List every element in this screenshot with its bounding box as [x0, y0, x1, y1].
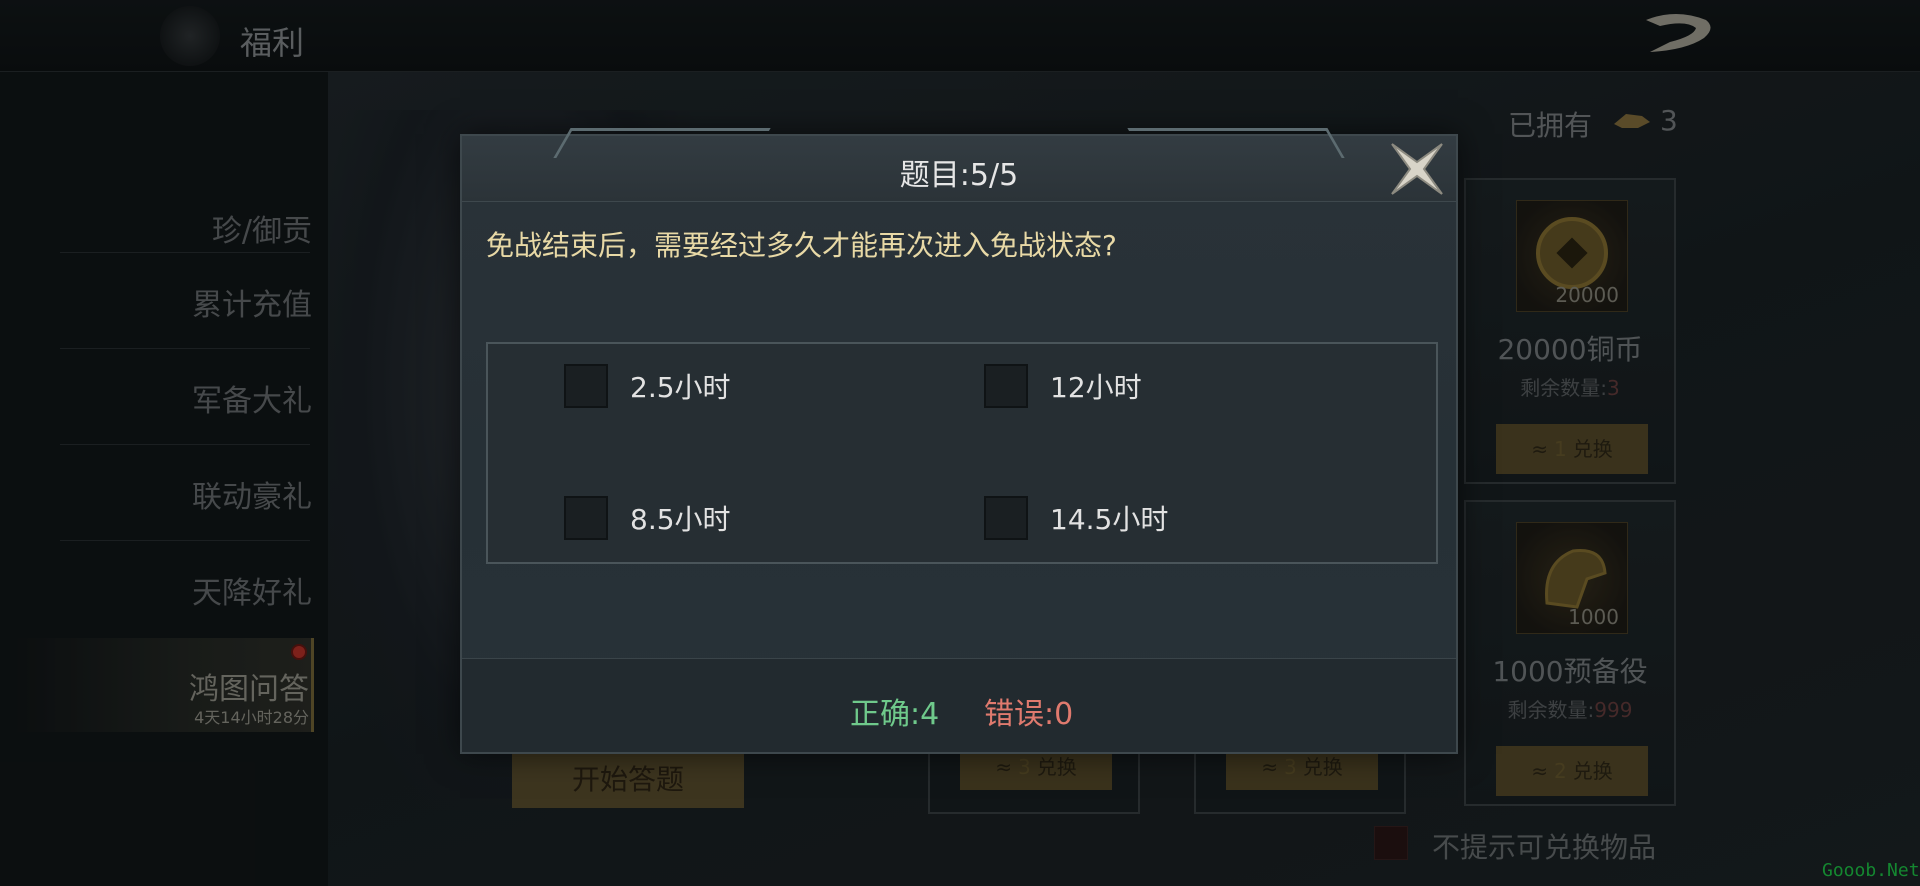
remaining-label: 剩余数量: — [1520, 376, 1607, 400]
start-quiz-button[interactable]: 开始答题 — [512, 752, 744, 808]
cost-value: 2 — [1554, 759, 1567, 783]
sidebar-item-collab[interactable]: 联动豪礼 — [14, 446, 314, 540]
exchange-button[interactable]: ≈1 兑换 — [1496, 424, 1648, 474]
answer-checkbox[interactable] — [984, 364, 1028, 408]
close-icon[interactable] — [1386, 138, 1448, 200]
remaining-count: 剩余数量:999 — [1466, 694, 1674, 723]
item-name: 20000铜币 — [1497, 333, 1643, 366]
answer-checkbox[interactable] — [564, 364, 608, 408]
item-quantity: 20000 — [1555, 283, 1619, 307]
reward-card: ≈3 兑换 — [1194, 744, 1406, 814]
no-remind-label: 不提示可兑换物品 — [1432, 831, 1657, 864]
divider — [60, 444, 310, 445]
item-name: 1000预备役 — [1492, 655, 1648, 688]
wrong-count: 错误:0 — [984, 697, 1074, 732]
sidebar-item-quiz[interactable]: 鸿图问答 4天14小时28分 — [14, 638, 314, 732]
remaining-value: 3 — [1607, 376, 1620, 400]
correct-count: 正确:4 — [850, 697, 940, 732]
sidebar-item-label: 天降好礼 — [192, 576, 312, 611]
exchange-label: 兑换 — [1302, 755, 1343, 779]
answer-label: 14.5小时 — [1050, 503, 1169, 536]
sidebar-item-label: 珍/御贡 — [211, 214, 312, 249]
cost-value: 3 — [1018, 755, 1031, 779]
helmet-icon: 1000 — [1516, 522, 1628, 634]
remaining-count: 剩余数量:3 — [1466, 372, 1674, 401]
sidebar-item-label: 联动豪礼 — [192, 480, 312, 515]
token-icon: ≈ — [995, 755, 1013, 779]
divider — [60, 252, 310, 253]
welfare-emblem-icon — [160, 6, 220, 66]
countdown-text: 4天14小时28分 — [194, 708, 309, 727]
sidebar-item-label: 累计充值 — [192, 288, 312, 323]
exchange-label: 兑换 — [1572, 759, 1613, 783]
answer-option[interactable]: 14.5小时 — [984, 496, 1168, 540]
cost-value: 3 — [1284, 755, 1297, 779]
answer-checkbox[interactable] — [564, 496, 608, 540]
answer-option[interactable]: 2.5小时 — [564, 364, 731, 408]
dragon-back-icon[interactable] — [1636, 6, 1720, 64]
exchange-label: 兑换 — [1036, 755, 1077, 779]
question-number: 题目:5/5 — [899, 158, 1019, 193]
answer-label: 2.5小时 — [630, 371, 731, 404]
sidebar-item-recharge[interactable]: 累计充值 — [14, 254, 314, 348]
sidebar-item-label: 鸿图问答 — [189, 672, 309, 707]
owned-label: 已拥有 — [1508, 109, 1593, 142]
remaining-label: 剩余数量: — [1507, 698, 1595, 722]
sidebar-item-armament[interactable]: 军备大礼 — [14, 350, 314, 444]
reward-card: 20000 20000铜币 剩余数量:3 ≈1 兑换 — [1464, 178, 1676, 484]
quiz-dialog: 题目:5/5 免战结束后，需要经过多久才能再次进入免战状态? 2.5小时 12小… — [460, 128, 1458, 754]
answer-option[interactable]: 8.5小时 — [564, 496, 731, 540]
token-icon: ≈ — [1261, 755, 1279, 779]
game-screen: 福利 珍/御贡 累计充值 军备大礼 联动豪礼 天降好礼 鸿图问答 4天14小时2… — [0, 0, 1920, 886]
answer-checkbox[interactable] — [984, 496, 1028, 540]
divider — [60, 348, 310, 349]
watermark: Gooob.Net — [1822, 860, 1920, 881]
reward-card: 1000 1000预备役 剩余数量:999 ≈2 兑换 — [1464, 500, 1676, 806]
token-icon — [1614, 114, 1650, 128]
page-title: 福利 — [240, 24, 305, 62]
divider — [60, 540, 310, 541]
exchange-button[interactable]: ≈2 兑换 — [1496, 746, 1648, 796]
top-bar: 福利 — [0, 0, 1920, 72]
reward-card: ≈3 兑换 — [928, 744, 1140, 814]
exchange-label: 兑换 — [1572, 437, 1613, 461]
dialog-header: 题目:5/5 — [462, 128, 1456, 202]
copper-coin-icon: 20000 — [1516, 200, 1628, 312]
owned-count: 3 — [1660, 104, 1678, 137]
notification-dot — [291, 644, 307, 660]
sidebar: 珍/御贡 累计充值 军备大礼 联动豪礼 天降好礼 鸿图问答 4天14小时28分 — [0, 72, 328, 886]
score-bar: 正确:4 错误:0 — [462, 658, 1456, 752]
answer-label: 12小时 — [1050, 371, 1142, 404]
no-remind-checkbox[interactable] — [1374, 826, 1408, 860]
remaining-value: 999 — [1594, 698, 1633, 722]
answer-option[interactable]: 12小时 — [984, 364, 1142, 408]
question-text: 免战结束后，需要经过多久才能再次进入免战状态? — [486, 229, 1117, 262]
cost-value: 1 — [1554, 437, 1567, 461]
item-quantity: 1000 — [1568, 605, 1619, 629]
sidebar-item-label: 军备大礼 — [192, 384, 312, 419]
answer-label: 8.5小时 — [630, 503, 731, 536]
token-icon: ≈ — [1531, 759, 1549, 783]
sidebar-item-gift[interactable]: 天降好礼 — [14, 542, 314, 636]
options-panel: 2.5小时 12小时 8.5小时 14.5小时 — [486, 342, 1438, 564]
token-icon: ≈ — [1531, 437, 1549, 461]
